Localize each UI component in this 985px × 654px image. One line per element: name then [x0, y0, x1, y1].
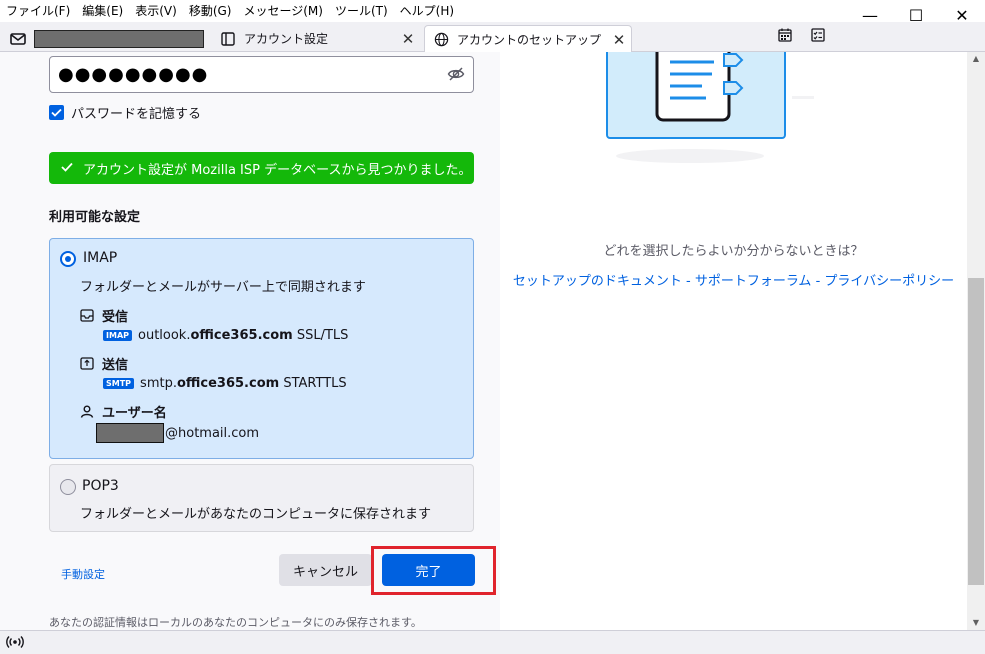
available-settings-title: 利用可能な設定 — [49, 210, 141, 225]
menu-file[interactable]: ファイル(F) — [0, 0, 76, 22]
menu-tools[interactable]: ツール(T) — [329, 0, 394, 22]
menu-help[interactable]: ヘルプ(H) — [394, 0, 460, 22]
highlight-box — [371, 546, 496, 595]
incoming-header: 受信 — [80, 306, 128, 325]
imap-radio[interactable] — [60, 251, 76, 267]
remember-password-checkbox[interactable] — [49, 105, 64, 120]
outbox-icon — [80, 357, 94, 370]
tasks-icon[interactable] — [810, 27, 828, 45]
imap-description: フォルダーとメールがサーバー上で同期されます — [80, 280, 366, 295]
outgoing-security: STARTTLS — [283, 376, 347, 391]
incoming-host-domain: office365.com — [190, 328, 293, 343]
username-domain: @hotmail.com — [165, 425, 260, 441]
outgoing-server: SMTP smtp. office365.com STARTTLS — [103, 376, 347, 391]
menu-bar: ファイル(F) 編集(E) 表示(V) 移動(G) メッセージ(M) ツール(T… — [0, 0, 985, 22]
scroll-down-icon[interactable]: ▼ — [967, 616, 985, 630]
remember-password-row[interactable]: パスワードを記憶する — [49, 103, 201, 122]
setup-illustration — [606, 52, 821, 171]
username-label: ユーザー名 — [102, 406, 167, 421]
tab-account-setup[interactable]: アカウントのセットアップ ✕ — [424, 25, 632, 53]
globe-icon — [433, 32, 449, 48]
username-header: ユーザー名 — [80, 402, 167, 421]
status-bar — [0, 630, 985, 654]
outgoing-label: 送信 — [102, 358, 129, 373]
scroll-up-icon[interactable]: ▲ — [967, 52, 985, 66]
incoming-security: SSL/TLS — [296, 328, 349, 343]
link-separator: - — [811, 274, 825, 289]
tab-account-settings[interactable]: アカウント設定 ✕ — [212, 25, 420, 52]
tab-mail[interactable] — [4, 25, 208, 52]
help-links: セットアップのドキュメント - サポートフォーラム - プライバシーポリシー — [500, 270, 967, 289]
pop3-radio[interactable] — [60, 479, 76, 495]
username-value: @hotmail.com — [96, 423, 259, 443]
settings-tab-icon — [220, 31, 236, 47]
tab-bar: アカウント設定 ✕ アカウントのセットアップ ✕ — [0, 22, 985, 53]
inbox-icon — [80, 309, 94, 322]
scroll-thumb[interactable] — [968, 278, 984, 585]
pop3-option[interactable]: POP3 フォルダーとメールがあなたのコンピュータに保存されます — [49, 464, 474, 532]
account-setup-page: ●●●●●●●●● パスワードを記憶する アカウント設定が Mozilla IS… — [0, 52, 967, 630]
incoming-host-prefix: outlook. — [138, 328, 191, 343]
menu-message[interactable]: メッセージ(M) — [237, 0, 328, 22]
imap-badge: IMAP — [103, 330, 132, 341]
privacy-policy-link[interactable]: プライバシーポリシー — [824, 274, 954, 289]
menu-go[interactable]: 移動(G) — [183, 0, 238, 22]
incoming-label: 受信 — [102, 310, 129, 325]
imap-title: IMAP — [83, 250, 118, 266]
check-icon — [61, 161, 73, 176]
mail-icon — [10, 31, 26, 47]
support-forum-link[interactable]: サポートフォーラム — [695, 274, 812, 289]
vertical-scrollbar[interactable]: ▲ ▼ — [967, 52, 985, 630]
tab-close-icon[interactable]: ✕ — [396, 30, 420, 48]
tab-account-setup-label: アカウントのセットアップ — [457, 33, 602, 47]
menu-edit[interactable]: 編集(E) — [76, 0, 129, 22]
cancel-button[interactable]: キャンセル — [279, 554, 372, 586]
redacted-account-name — [34, 29, 204, 48]
help-question: どれを選択したらよいか分からないときは？ — [603, 244, 864, 259]
setup-form-panel: ●●●●●●●●● パスワードを記憶する アカウント設定が Mozilla IS… — [0, 52, 500, 630]
incoming-server: IMAP outlook. office365.com SSL/TLS — [103, 328, 348, 343]
manual-config-link[interactable]: 手動設定 — [61, 566, 105, 582]
password-value: ●●●●●●●●● — [58, 64, 209, 85]
outgoing-host-prefix: smtp. — [140, 376, 177, 391]
imap-option[interactable]: IMAP フォルダーとメールがサーバー上で同期されます 受信 IMAP outl… — [49, 238, 474, 459]
credentials-note: あなたの認証情報はローカルのあなたのコンピュータにのみ保存されます。 — [49, 616, 422, 629]
menu-view[interactable]: 表示(V) — [129, 0, 183, 22]
isp-found-text: アカウント設定が Mozilla ISP データベースから見つかりました。 — [83, 162, 472, 178]
isp-found-banner: アカウント設定が Mozilla ISP データベースから見つかりました。 — [49, 152, 474, 184]
outgoing-header: 送信 — [80, 354, 128, 373]
pop3-description: フォルダーとメールがあなたのコンピュータに保存されます — [80, 507, 432, 522]
link-separator: - — [681, 274, 695, 289]
online-status-icon[interactable] — [6, 635, 24, 653]
password-input[interactable]: ●●●●●●●●● — [49, 56, 474, 93]
calendar-icon[interactable] — [777, 27, 795, 45]
pop3-title: POP3 — [82, 478, 119, 494]
user-icon — [80, 405, 94, 418]
remember-password-label: パスワードを記憶する — [71, 107, 202, 122]
eye-slash-icon[interactable] — [447, 66, 465, 86]
tab-account-settings-label: アカウント設定 — [244, 32, 329, 46]
outgoing-host-domain: office365.com — [176, 376, 280, 391]
smtp-badge: SMTP — [103, 378, 135, 389]
redacted-username — [96, 423, 164, 443]
tab-close-icon[interactable]: ✕ — [607, 31, 631, 49]
setup-docs-link[interactable]: セットアップのドキュメント — [513, 274, 682, 289]
